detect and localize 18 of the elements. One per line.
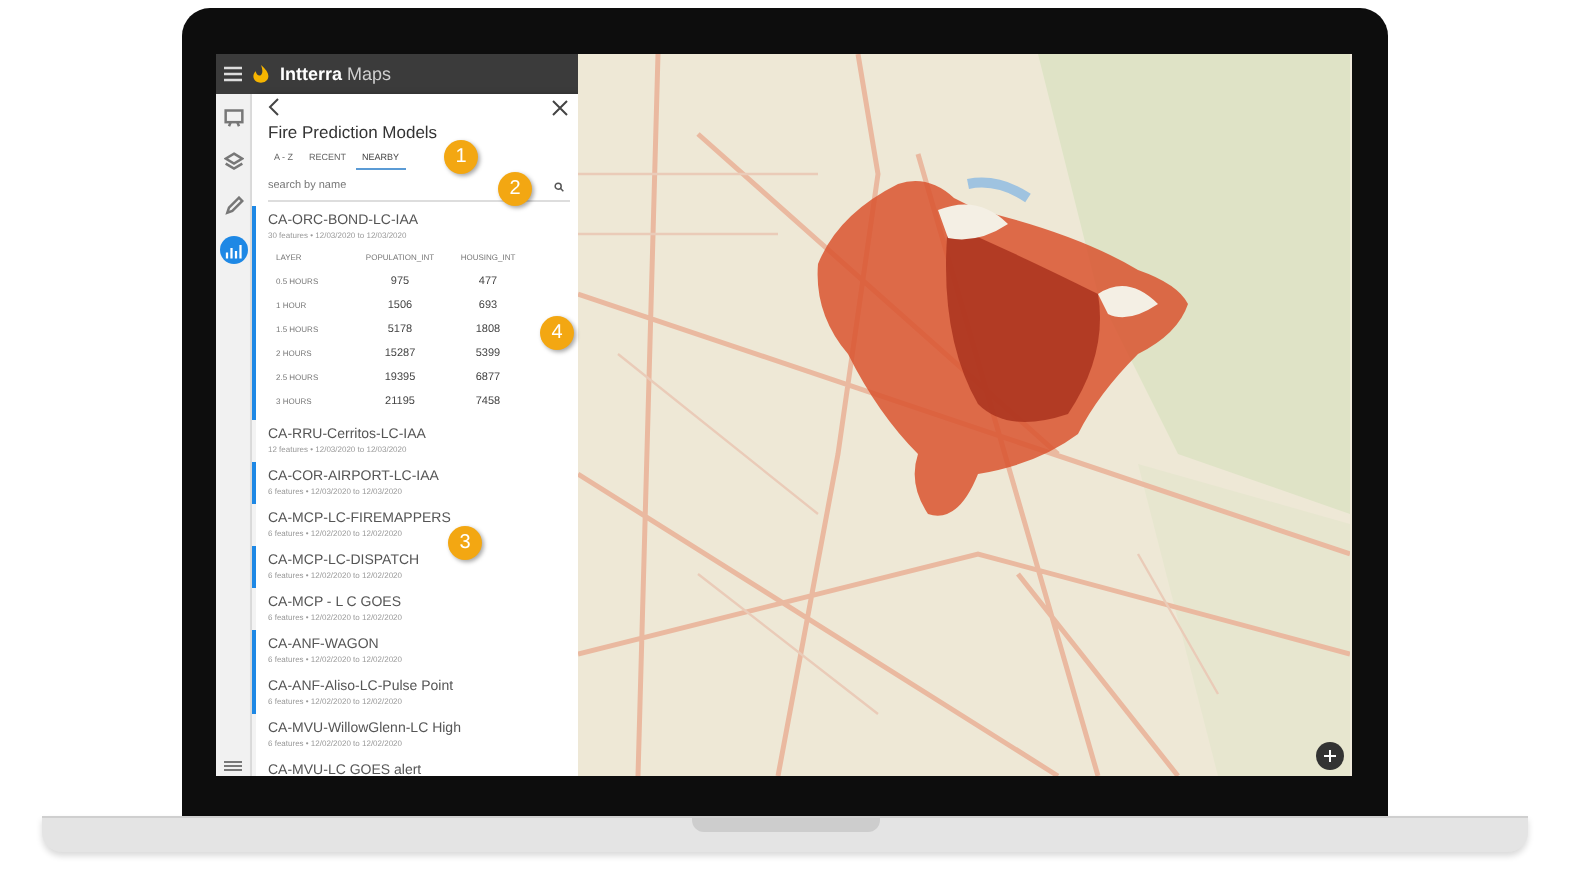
plus-icon: [1324, 750, 1336, 762]
rail-button[interactable]: [219, 236, 247, 264]
layers-icon: [223, 152, 243, 172]
menu-icon[interactable]: [224, 66, 242, 82]
logo-icon: [252, 64, 270, 84]
list-icon[interactable]: [224, 760, 242, 772]
pencil-icon: [223, 196, 243, 216]
search-icon[interactable]: [554, 182, 564, 192]
panel-title: Fire Prediction Models: [268, 122, 440, 144]
easel-icon: [223, 108, 243, 128]
brand-name: Intterra: [280, 63, 343, 83]
chart-icon: [224, 241, 242, 259]
product-name: Maps: [347, 63, 392, 83]
rail-button[interactable]: [219, 104, 247, 132]
rail-button[interactable]: [219, 148, 247, 176]
back-icon[interactable]: [268, 98, 280, 116]
rail-button[interactable]: [219, 192, 247, 220]
close-icon[interactable]: [552, 99, 568, 115]
